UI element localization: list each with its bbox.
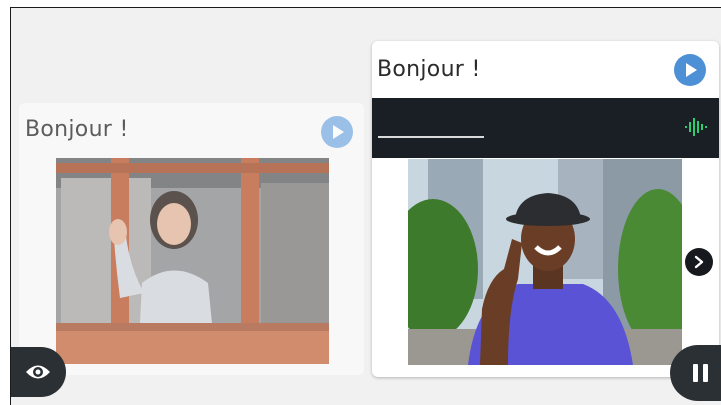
- lesson-screen: Bonjour ! Bonjour !: [10, 7, 721, 405]
- chevron-right-icon: [694, 255, 704, 269]
- man-in-hat-tipping-brim-photo: [408, 159, 682, 365]
- play-audio-button[interactable]: [674, 54, 706, 86]
- woman-waving-at-window-photo: [56, 158, 329, 364]
- voice-waveform-icon[interactable]: [685, 118, 707, 136]
- next-card-button[interactable]: [685, 248, 713, 276]
- card-title: Bonjour !: [25, 117, 129, 142]
- card-title: Bonjour !: [377, 57, 481, 82]
- eye-icon: [26, 365, 50, 379]
- answer-blank[interactable]: [378, 136, 484, 138]
- answer-input-bar[interactable]: [372, 98, 719, 158]
- pause-icon: [693, 364, 698, 382]
- phrase-card-previous[interactable]: Bonjour !: [19, 103, 364, 375]
- toggle-visibility-button[interactable]: [11, 347, 66, 397]
- pause-button[interactable]: [670, 345, 721, 401]
- play-audio-button[interactable]: [321, 116, 353, 148]
- phrase-card-active[interactable]: Bonjour !: [372, 41, 719, 377]
